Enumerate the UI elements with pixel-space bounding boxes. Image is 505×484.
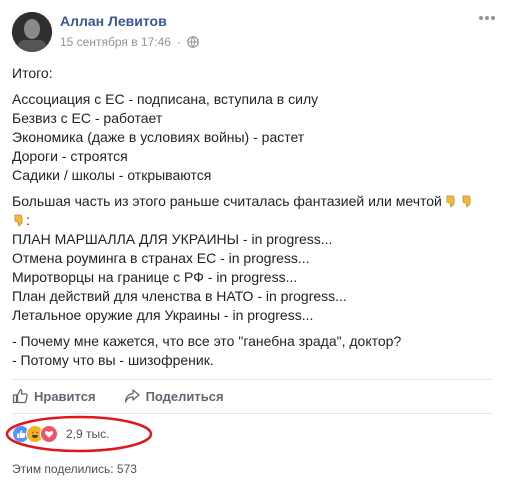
- colon: :: [26, 212, 30, 228]
- list-item: Летальное оружие для Украины - in progre…: [12, 307, 314, 323]
- list-item: План действий для членства в НАТО - in p…: [12, 288, 347, 304]
- post-meta: 15 сентября в 17:46 ·: [60, 35, 199, 49]
- dialog-line: - Потому что вы - шизофреник.: [12, 352, 214, 368]
- list-item: Садики / школы - открываются: [12, 167, 212, 183]
- share-label: Поделиться: [145, 388, 224, 404]
- intro-line: Итого:: [12, 65, 53, 81]
- more-icon: [479, 16, 495, 20]
- list-item: Экономика (даже в условиях войны) - раст…: [12, 129, 305, 145]
- divider: [12, 379, 493, 380]
- emoji-colon-line: :: [12, 211, 492, 230]
- like-button[interactable]: Нравится: [12, 388, 96, 404]
- share-button[interactable]: Поделиться: [124, 388, 224, 404]
- dialog-block: - Почему мне кажется, что все это "ганеб…: [12, 332, 492, 370]
- like-label: Нравится: [34, 388, 96, 404]
- list-item: ПЛАН МАРШАЛЛА ДЛЯ УКРАИНЫ - in progress.…: [12, 231, 333, 247]
- author-avatar[interactable]: [12, 12, 52, 52]
- fantasy-text: Большая часть из этого раньше считалась …: [12, 193, 442, 209]
- list-item: Отмена роуминга в странах ЕС - in progre…: [12, 250, 310, 266]
- post-text: Итого: Ассоциация с ЕС - подписана, всту…: [12, 64, 492, 377]
- avatar-photo: [12, 12, 52, 52]
- post-options-button[interactable]: [477, 10, 497, 26]
- highlight-ellipse: [5, 415, 153, 453]
- author-name[interactable]: Аллан Левитов: [60, 13, 167, 29]
- list-item: Дороги - строятся: [12, 148, 128, 164]
- globe-icon: [187, 36, 199, 48]
- list-item: Безвиз с ЕС - работает: [12, 110, 163, 126]
- list-item: Миротворцы на границе с РФ - in progress…: [12, 269, 298, 285]
- post-card: Аллан Левитов 15 сентября в 17:46 · Итог…: [0, 0, 505, 484]
- pointing-down-emoji-icon: [12, 213, 26, 227]
- dialog-line: - Почему мне кажется, что все это "ганеб…: [12, 333, 402, 349]
- share-arrow-icon: [124, 389, 140, 403]
- fantasy-line: Большая часть из этого раньше считалась …: [12, 192, 492, 211]
- pointing-down-emoji-icon: [444, 194, 458, 208]
- post-date[interactable]: 15 сентября в 17:46: [60, 35, 171, 49]
- meta-separator: ·: [176, 35, 181, 49]
- list-item: Ассоциация с ЕС - подписана, вступила в …: [12, 91, 319, 107]
- progress-block: Большая часть из этого раньше считалась …: [12, 192, 492, 325]
- pointing-down-emoji-icon: [460, 194, 474, 208]
- thumbs-up-icon: [12, 389, 28, 404]
- achievements-list: Ассоциация с ЕС - подписана, вступила в …: [12, 90, 492, 185]
- post-actions: Нравится Поделиться: [12, 384, 224, 408]
- shares-count[interactable]: Этим поделились: 573: [12, 462, 137, 476]
